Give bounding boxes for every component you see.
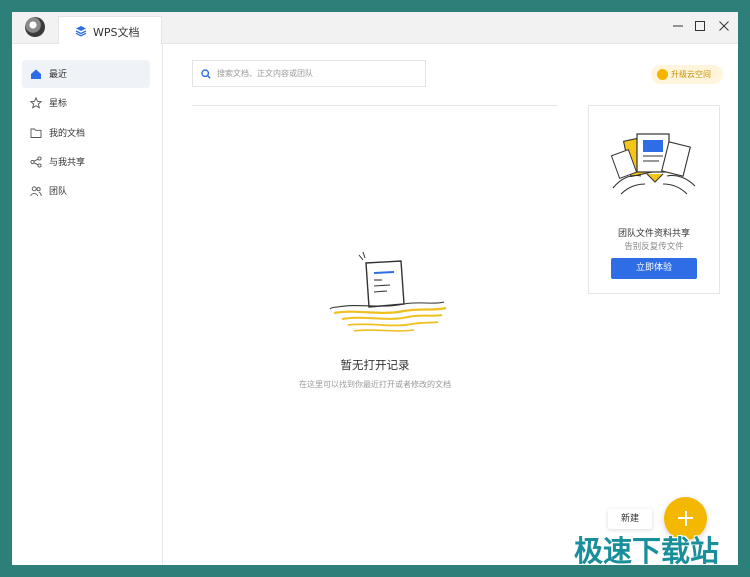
sidebar-item-label: 星标	[49, 99, 68, 109]
tab-wps-docs[interactable]: WPS文档	[58, 16, 162, 44]
sidebar-item-starred[interactable]: 星标	[22, 89, 150, 117]
minimize-icon	[673, 25, 683, 27]
upgrade-label: 升级云空间	[671, 70, 711, 79]
sidebar-item-label: 团队	[49, 187, 68, 197]
new-button-label[interactable]: 新建	[608, 509, 652, 529]
team-icon	[30, 186, 42, 197]
promo-title: 团队文件资料共享	[617, 229, 690, 239]
title-bar: WPS文档	[12, 12, 738, 44]
sidebar: 最近 星标 我的文档 与我共享 团队	[12, 44, 163, 565]
search-icon	[201, 69, 211, 79]
divider	[192, 105, 558, 106]
minimize-button[interactable]	[668, 17, 688, 37]
maximize-icon	[695, 21, 705, 31]
sidebar-item-label: 我的文档	[49, 129, 86, 139]
wps-docs-icon	[75, 26, 87, 37]
empty-state-subtitle: 在这里可以找到你最近打开或者修改的文档	[299, 380, 451, 389]
promo-subtitle: 告别反复传文件	[624, 242, 684, 252]
sidebar-item-label: 与我共享	[49, 158, 86, 168]
home-icon	[31, 69, 41, 79]
sidebar-item-label: 最近	[49, 70, 68, 80]
search-input[interactable]	[217, 65, 417, 82]
sidebar-item-recent[interactable]: 最近	[22, 60, 150, 88]
close-button[interactable]	[714, 17, 734, 37]
team-sharing-illustration	[610, 133, 696, 195]
search-box[interactable]	[192, 60, 426, 87]
upgrade-icon	[657, 69, 668, 80]
avatar[interactable]	[25, 17, 45, 37]
try-now-button[interactable]: 立即体验	[611, 258, 697, 279]
sidebar-item-my-docs[interactable]: 我的文档	[22, 119, 150, 147]
empty-document-illustration	[329, 251, 447, 332]
share-icon	[30, 156, 42, 168]
sidebar-item-shared[interactable]: 与我共享	[22, 148, 150, 176]
tab-title: WPS文档	[93, 26, 140, 39]
close-icon	[719, 21, 729, 31]
upgrade-cloud-button[interactable]: 升级云空间	[651, 65, 723, 84]
star-icon	[30, 97, 42, 109]
maximize-button[interactable]	[690, 17, 710, 37]
folder-icon	[30, 128, 42, 138]
app-window: WPS文档 最近 星标 我的文档 与我共享 团队 搜索文档、正文内容或团队 升级…	[12, 12, 738, 565]
empty-state-title: 暂无打开记录	[340, 358, 410, 372]
sidebar-item-team[interactable]: 团队	[22, 177, 150, 205]
team-share-promo-card: 团队文件资料共享 告别反复传文件 立即体验	[588, 105, 720, 294]
watermark-text: 极速下载站	[574, 534, 720, 565]
